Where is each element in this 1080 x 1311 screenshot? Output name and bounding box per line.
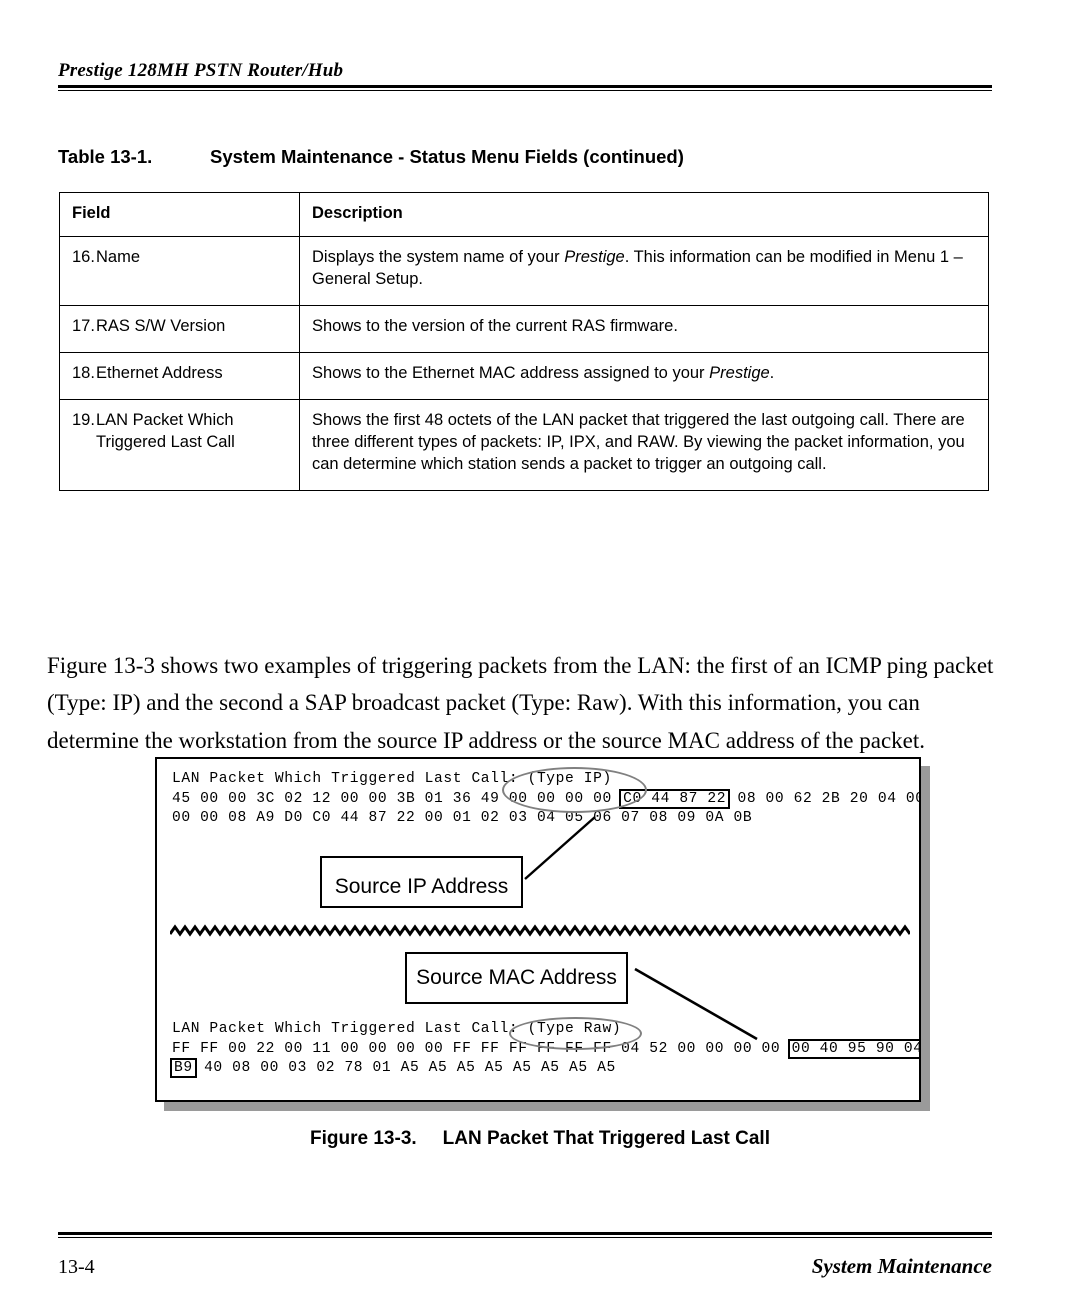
figure-13-3: LAN Packet Which Triggered Last Call: (T… (155, 757, 930, 1111)
description-emphasis-1: Prestige (709, 363, 770, 382)
body-paragraph: Figure 13-3 shows two examples of trigge… (47, 653, 994, 753)
table-caption-title: System Maintenance - Status Menu Fields … (210, 146, 684, 167)
raw-dump-title-prefix: LAN Packet Which Triggered Last Call: (172, 1021, 528, 1037)
field-number: 16. (72, 247, 95, 266)
status-menu-fields-table: Field Description 16. Name Displays the … (59, 192, 989, 491)
figure-caption: Figure 13-3. LAN Packet That Triggered La… (0, 1128, 1080, 1150)
table-header-row: Field Description (59, 192, 989, 237)
column-header-description: Description (299, 192, 989, 237)
table-row: 17. RAS S/W Version Shows to the version… (59, 304, 989, 353)
field-number: 19. (72, 410, 95, 429)
description-cell: Displays the system name of your Prestig… (299, 235, 989, 306)
description-text-2: . (769, 363, 775, 382)
description-cell: Shows the first 48 octets of the LAN pac… (299, 398, 989, 491)
table-row: 19. LAN Packet Which Triggered Last Call… (59, 398, 989, 491)
column-header-field: Field (59, 192, 300, 237)
description-text-1: Displays the system name of your (312, 247, 565, 266)
field-cell: 18. Ethernet Address (59, 351, 300, 400)
source-mac-bytes-box-part2: B9 (170, 1058, 197, 1079)
footer-section-title: System Maintenance (811, 1254, 992, 1278)
header-rule (58, 85, 992, 91)
field-cell: 19. LAN Packet Which Triggered Last Call (59, 398, 300, 491)
running-title: Prestige 128MH PSTN Router/Hub (58, 60, 344, 81)
table-body: 16. Name Displays the system name of you… (59, 235, 989, 491)
figure-caption-title: LAN Packet That Triggered Last Call (442, 1128, 770, 1149)
page-header: Prestige 128MH PSTN Router/Hub (58, 60, 992, 91)
field-name: RAS S/W Version (96, 316, 226, 335)
raw-dump-line2-after: 40 08 00 03 02 78 01 A5 A5 A5 A5 A5 A5 A… (194, 1060, 616, 1077)
field-name: LAN Packet Which Triggered Last Call (96, 410, 235, 451)
raw-dump-line1-before: FF FF 00 22 00 11 00 00 00 00 FF FF FF F… (172, 1040, 790, 1057)
field-number: 17. (72, 316, 95, 335)
description-text-1: Shows to the version of the current RAS … (312, 316, 678, 335)
page-footer: 13-4 System Maintenance (58, 1232, 992, 1279)
footer-row: 13-4 System Maintenance (58, 1238, 992, 1279)
description-cell: Shows to the version of the current RAS … (299, 304, 989, 353)
source-mac-bytes-box-part1: 00 40 95 90 04 (787, 1038, 919, 1059)
page-number: 13-4 (58, 1256, 95, 1278)
raw-type-ellipse-annotation (509, 1017, 642, 1050)
description-text-1: Shows to the Ethernet MAC address assign… (312, 363, 710, 382)
field-number: 18. (72, 363, 95, 382)
field-name: Name (96, 247, 141, 266)
table-caption: Table 13-1. System Maintenance - Status M… (58, 146, 684, 168)
field-cell: 17. RAS S/W Version (59, 304, 300, 353)
figure-caption-number: Figure 13-3. (310, 1128, 417, 1149)
field-name: Ethernet Address (96, 363, 223, 382)
figure-frame: LAN Packet Which Triggered Last Call: (T… (155, 757, 921, 1102)
description-emphasis-1: Prestige (564, 247, 625, 266)
description-cell: Shows to the Ethernet MAC address assign… (299, 351, 989, 400)
table-row: 18. Ethernet Address Shows to the Ethern… (59, 351, 989, 400)
table-row: 16. Name Displays the system name of you… (59, 235, 989, 306)
table-caption-number: Table 13-1. (58, 146, 153, 167)
field-cell: 16. Name (59, 235, 300, 306)
description-text-1: Shows the first 48 octets of the LAN pac… (312, 410, 965, 473)
